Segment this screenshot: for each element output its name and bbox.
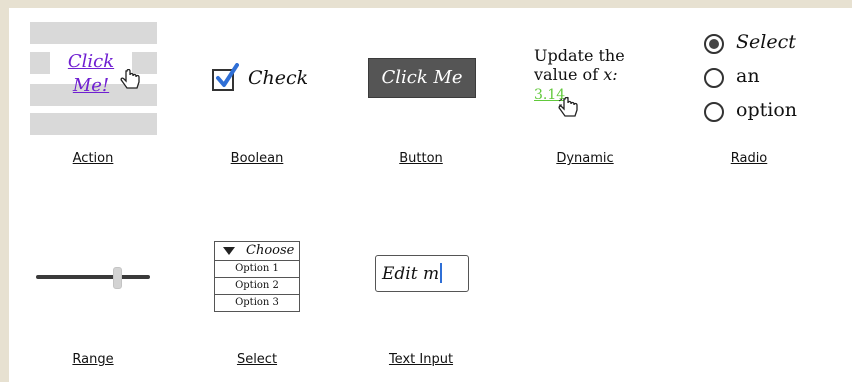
radio-example: Select an option <box>704 31 814 127</box>
text-input-value: Edit m <box>382 263 443 284</box>
radio-label: Select <box>736 31 796 53</box>
radio-label: an <box>736 65 760 87</box>
caption-radio[interactable]: Radio <box>731 151 768 166</box>
text-input-example: Edit m <box>375 255 471 293</box>
text-input-text: Edit m <box>382 264 440 284</box>
select-current[interactable]: Choose <box>215 242 299 261</box>
range-example <box>36 267 152 289</box>
select-option[interactable]: Option 3 <box>215 295 299 311</box>
radio-button-selected[interactable] <box>704 34 724 54</box>
range-thumb[interactable] <box>113 267 122 289</box>
button-example: Click Me <box>368 58 476 98</box>
select-example: Choose Option 1 Option 2 Option 3 <box>214 241 300 313</box>
action-bar <box>30 22 157 44</box>
select-dropdown[interactable]: Choose Option 1 Option 2 Option 3 <box>214 241 300 312</box>
action-bar <box>30 113 157 135</box>
dynamic-line-2: value of x: <box>534 65 625 84</box>
radio-label: option <box>736 99 797 121</box>
caption-text-input[interactable]: Text Input <box>389 352 453 367</box>
caption-button[interactable]: Button <box>399 151 443 166</box>
checkbox-label: Check <box>248 67 309 89</box>
radio-button[interactable] <box>704 102 724 122</box>
dynamic-variable: x: <box>603 65 618 84</box>
caption-action[interactable]: Action <box>73 151 114 166</box>
dropdown-triangle-icon <box>223 247 235 255</box>
caption-boolean[interactable]: Boolean <box>231 151 284 166</box>
caption-select[interactable]: Select <box>237 352 277 367</box>
action-example: Click Me! <box>30 22 157 135</box>
range-track[interactable] <box>36 275 150 279</box>
click-me-button[interactable]: Click Me <box>368 58 476 98</box>
select-option[interactable]: Option 2 <box>215 278 299 295</box>
edit-text-input[interactable]: Edit m <box>375 255 469 292</box>
caption-dynamic[interactable]: Dynamic <box>556 151 613 166</box>
dynamic-example: Update the value of x: 3.14. <box>534 46 644 122</box>
caption-range[interactable]: Range <box>72 352 113 367</box>
select-option[interactable]: Option 1 <box>215 261 299 278</box>
radio-button[interactable] <box>704 68 724 88</box>
checkmark-icon <box>216 63 239 87</box>
hand-pointer-icon <box>120 69 140 89</box>
hand-drag-icon <box>558 97 578 117</box>
boolean-example: Check <box>212 63 322 93</box>
dynamic-prefix: value of <box>534 65 604 84</box>
dynamic-line-1: Update the <box>534 46 625 65</box>
select-value: Choose <box>246 243 295 258</box>
text-caret <box>440 263 443 283</box>
